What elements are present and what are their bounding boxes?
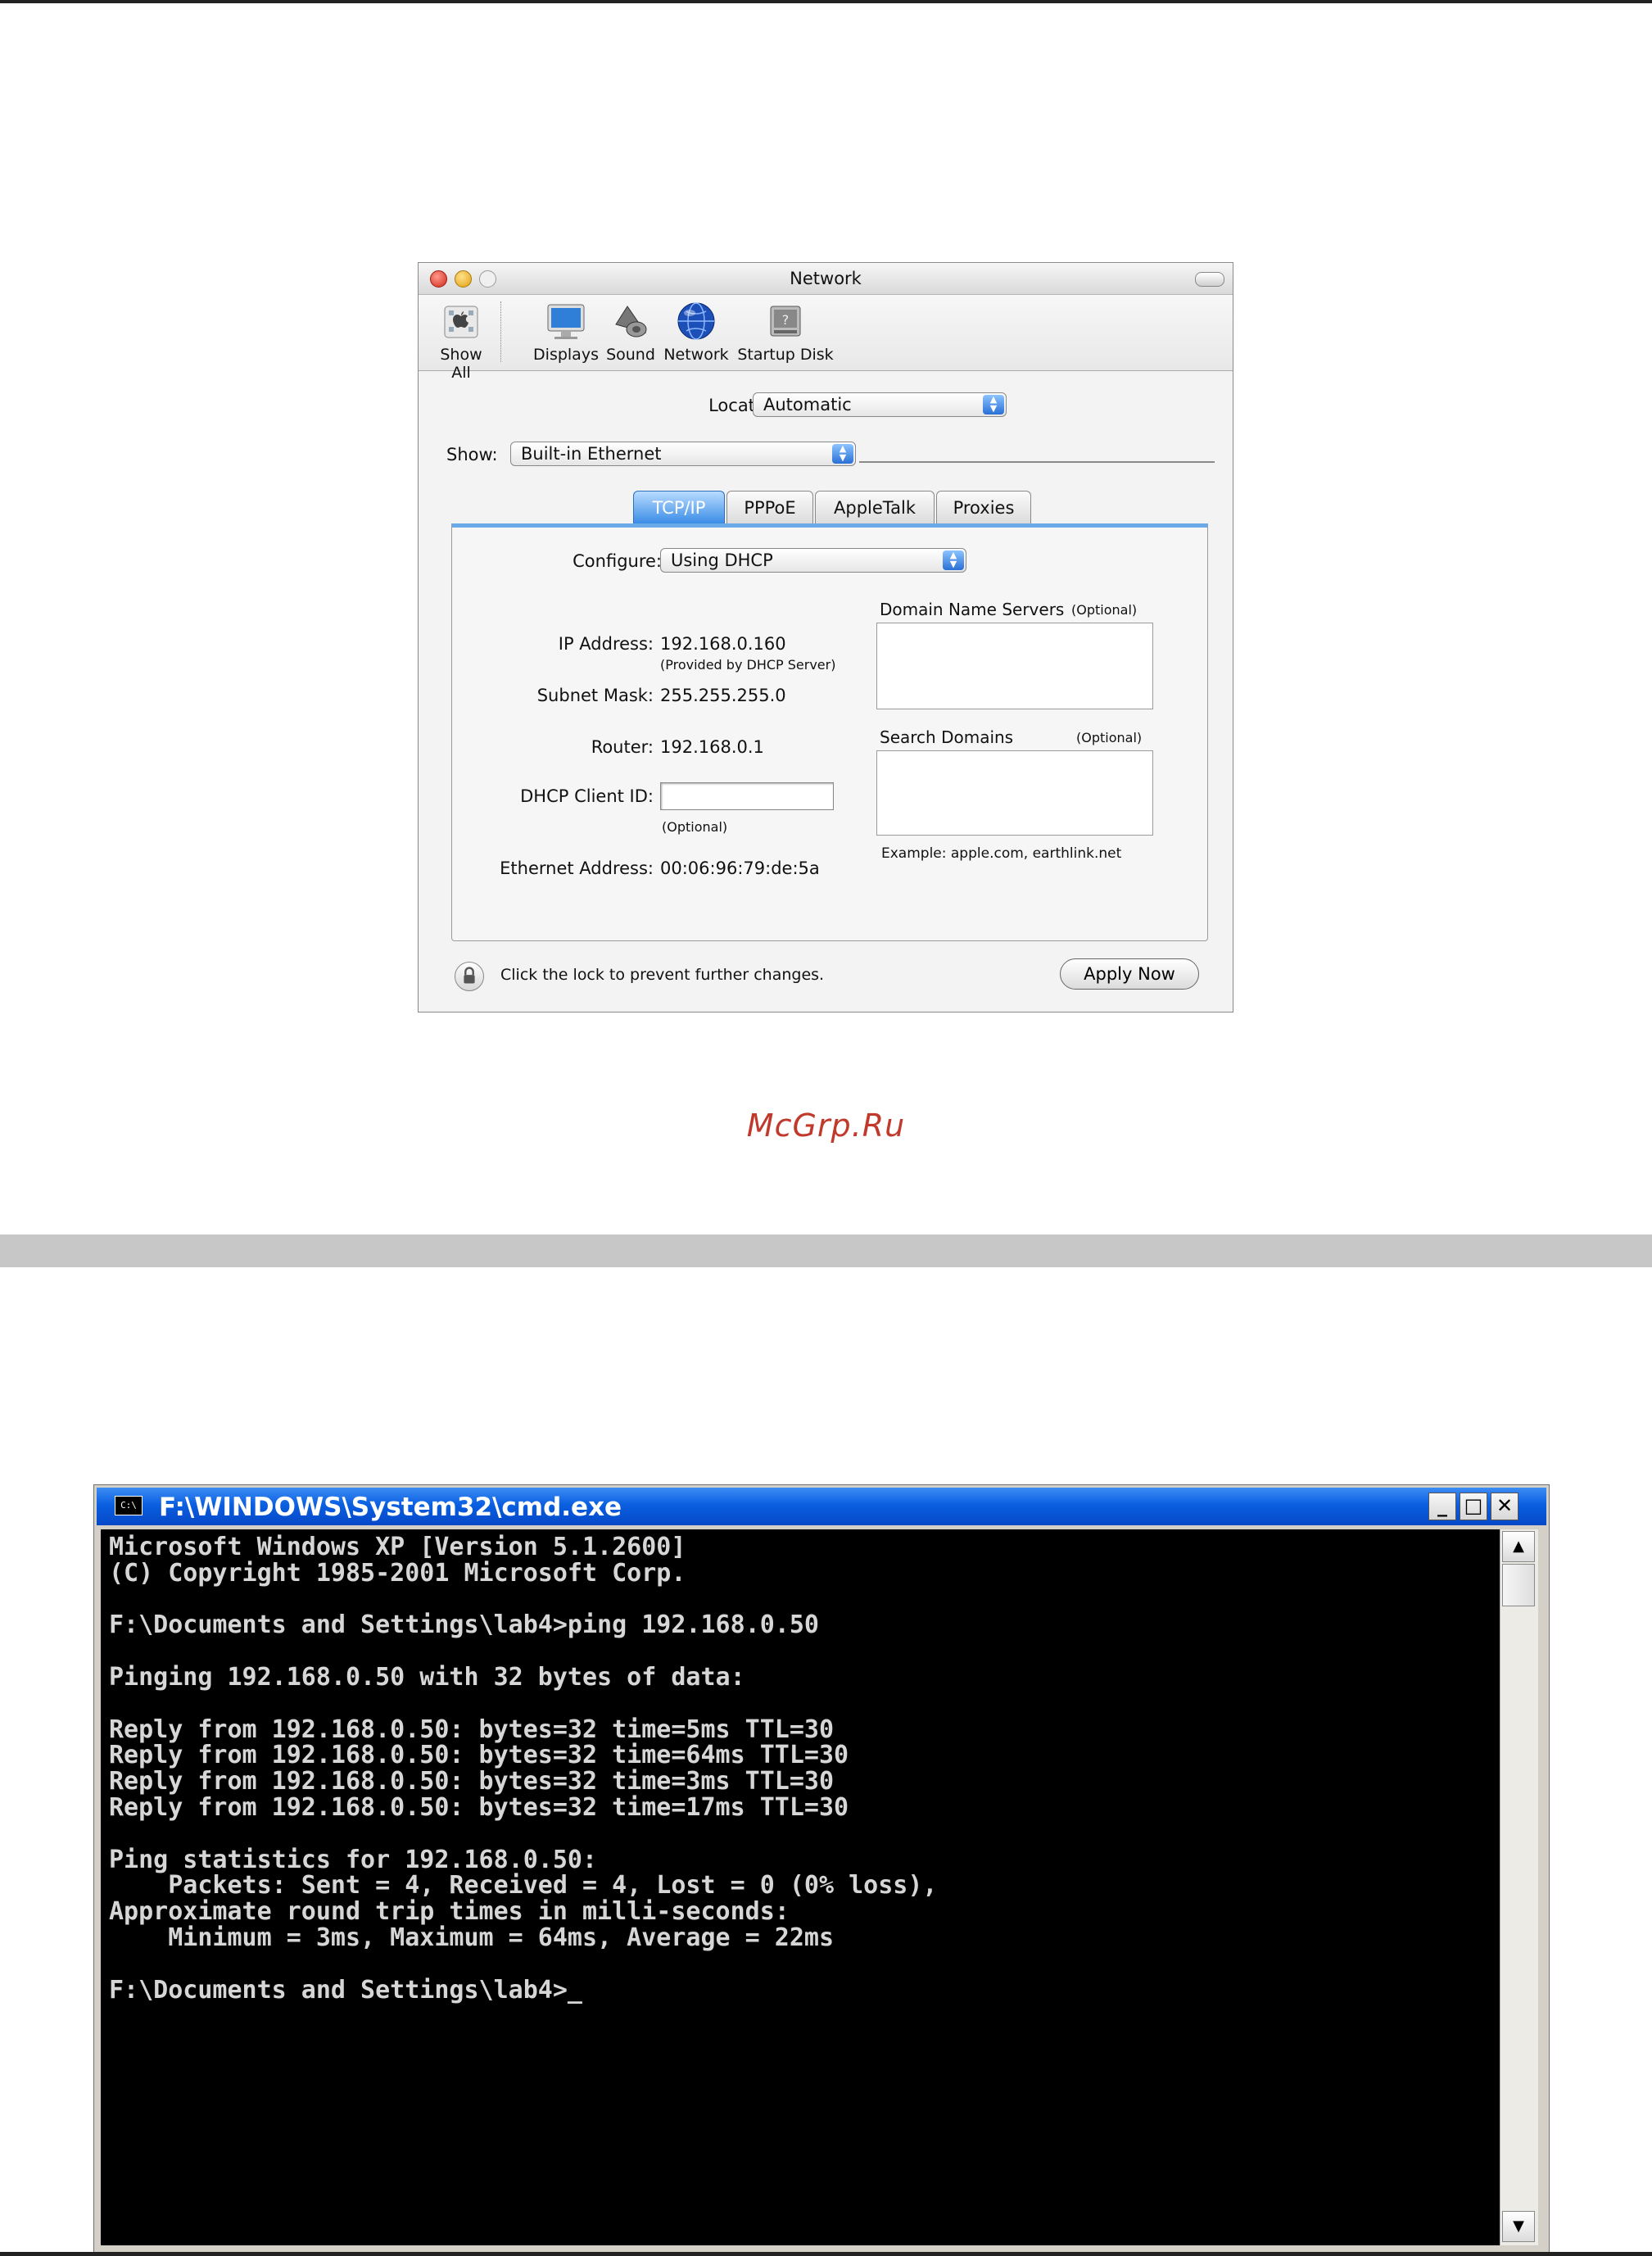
cmd-window: C:\ F:\WINDOWS\System32\cmd.exe _ □ ✕ Mi… xyxy=(93,1484,1550,2253)
toolbar-label: Startup Disk xyxy=(737,346,834,364)
toolbar-toggle-button[interactable] xyxy=(1195,272,1224,287)
toolbar-separator xyxy=(500,301,502,362)
console-output[interactable]: Microsoft Windows XP [Version 5.1.2600] … xyxy=(101,1529,1500,2245)
show-value: Built-in Ethernet xyxy=(521,444,662,464)
ip-address-note: (Provided by DHCP Server) xyxy=(660,657,836,673)
location-value: Automatic xyxy=(763,395,852,415)
console-text: Microsoft Windows XP [Version 5.1.2600] … xyxy=(109,1533,938,2005)
globe-icon xyxy=(677,302,715,340)
toolbar-label: Network xyxy=(663,346,729,364)
display-icon xyxy=(547,304,585,339)
close-button[interactable]: ✕ xyxy=(1491,1493,1518,1520)
scroll-up-button[interactable]: ▲ xyxy=(1502,1531,1535,1562)
speaker-icon xyxy=(615,306,647,337)
search-domains-example: Example: apple.com, earthlink.net xyxy=(881,845,1122,862)
configure-label: Configure: xyxy=(573,551,662,571)
location-popup[interactable]: Automatic ▲ ▼ xyxy=(753,392,1007,417)
popup-arrows-icon: ▲ ▼ xyxy=(983,395,1004,415)
preferences-toolbar: Show All Displays Sound Network ? Startu… xyxy=(419,295,1233,382)
tab-pppoe[interactable]: PPPoE xyxy=(726,491,813,523)
ethernet-address-label: Ethernet Address: xyxy=(500,858,654,878)
search-domains-optional: (Optional) xyxy=(1076,730,1143,745)
toolbar-sound[interactable]: Sound xyxy=(604,300,658,364)
minimize-button[interactable]: _ xyxy=(1428,1493,1456,1520)
tab-appletalk[interactable]: AppleTalk xyxy=(815,491,935,523)
cmd-titlebar: C:\ F:\WINDOWS\System32\cmd.exe _ □ ✕ xyxy=(97,1488,1546,1525)
vertical-scrollbar[interactable]: ▲ ▼ xyxy=(1500,1529,1538,2245)
scroll-thumb[interactable] xyxy=(1502,1564,1535,1606)
toolbar-show-all[interactable]: Show All xyxy=(430,300,492,382)
window-title: Network xyxy=(790,269,862,288)
search-domains-box[interactable] xyxy=(876,750,1153,836)
toolbar-network[interactable]: Network xyxy=(663,300,730,364)
lock-text: Click the lock to prevent further change… xyxy=(500,966,825,984)
maximize-button[interactable]: □ xyxy=(1460,1493,1487,1520)
dns-label: Domain Name Servers xyxy=(880,600,1065,619)
top-rule xyxy=(0,0,1652,3)
configure-value: Using DHCP xyxy=(671,550,773,570)
subnet-mask-label: Subnet Mask: xyxy=(536,686,654,705)
dhcp-client-id-field[interactable] xyxy=(660,782,834,810)
toolbar-displays[interactable]: Displays xyxy=(533,300,599,364)
search-domains-label: Search Domains xyxy=(880,727,1014,747)
toolbar-label: Displays xyxy=(533,346,599,364)
dhcp-client-id-note: (Optional) xyxy=(662,819,728,835)
dhcp-client-id-label: DHCP Client ID: xyxy=(520,786,654,806)
apply-now-button[interactable]: Apply Now xyxy=(1060,958,1199,990)
mac-titlebar: Network xyxy=(419,263,1233,295)
toolbar-label: Sound xyxy=(606,346,655,364)
section-divider-band xyxy=(0,1234,1652,1267)
disk-icon: ? xyxy=(770,306,801,337)
lock-icon[interactable] xyxy=(455,962,484,991)
mac-network-window: Network Show All Displays Sound Network … xyxy=(418,262,1233,1012)
tab-tcpip[interactable]: TCP/IP xyxy=(633,491,725,523)
scroll-down-button[interactable]: ▼ xyxy=(1502,2211,1535,2242)
toolbar-startup-disk[interactable]: ? Startup Disk xyxy=(736,300,835,364)
configure-popup[interactable]: Using DHCP ▲ ▼ xyxy=(660,548,966,573)
show-popup[interactable]: Built-in Ethernet ▲ ▼ xyxy=(510,442,856,466)
apple-icon xyxy=(444,306,478,338)
show-divider xyxy=(859,461,1215,463)
ethernet-address-value: 00:06:96:79:de:5a xyxy=(660,858,820,878)
dns-optional: (Optional) xyxy=(1071,602,1138,618)
dns-servers-box[interactable] xyxy=(876,623,1153,709)
watermark: McGrp.Ru xyxy=(746,1108,906,1144)
bottom-rule xyxy=(0,2252,1652,2256)
padlock-icon xyxy=(464,967,475,984)
cmd-app-icon[interactable]: C:\ xyxy=(115,1496,143,1515)
svg-text:?: ? xyxy=(782,312,790,328)
tab-proxies[interactable]: Proxies xyxy=(936,491,1031,523)
popup-arrows-icon: ▲ ▼ xyxy=(943,550,964,570)
popup-arrows-icon: ▲ ▼ xyxy=(832,444,853,464)
tcpip-panel: Configure: Using DHCP ▲ ▼ IP Address: 192… xyxy=(451,523,1208,941)
cmd-window-title: F:\WINDOWS\System32\cmd.exe xyxy=(159,1493,622,1522)
router-label: Router: xyxy=(591,737,654,757)
toolbar-label: Show All xyxy=(440,346,482,382)
router-value: 192.168.0.1 xyxy=(660,737,764,757)
ip-address-label: IP Address: xyxy=(558,634,654,654)
subnet-mask-value: 255.255.255.0 xyxy=(660,686,786,705)
ip-address-value: 192.168.0.160 xyxy=(660,634,786,654)
show-label: Show: xyxy=(446,445,498,464)
